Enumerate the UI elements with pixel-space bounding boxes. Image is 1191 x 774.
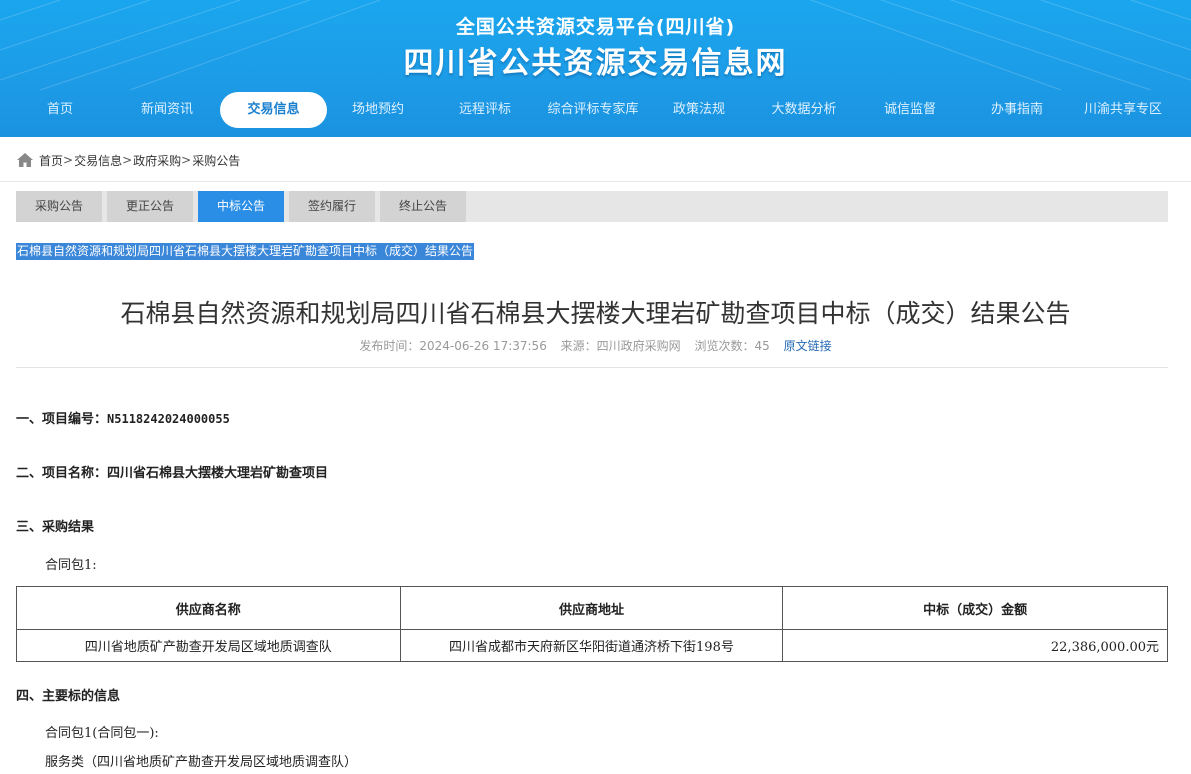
table-row: 四川省地质矿产勘查开发局区域地质调查队 四川省成都市天府新区华阳街道通济桥下街1… (16, 629, 1168, 662)
divider (0, 181, 1191, 182)
source-link[interactable]: 原文链接 (784, 339, 832, 353)
breadcrumb-separator: > (181, 153, 192, 167)
section-main-subject: 四、主要标的信息 (16, 689, 121, 704)
nav-item-policies[interactable]: 政策法规 (659, 92, 739, 128)
header-supplier-name: 供应商名称 (16, 586, 401, 630)
article-source: 来源：四川政府采购网 (560, 339, 681, 353)
nav-item-home[interactable]: 首页 (20, 92, 100, 128)
breadcrumb-government-procurement[interactable]: 政府采购 (133, 152, 181, 169)
breadcrumb-home[interactable]: 首页 (39, 152, 63, 169)
tab-award-notice[interactable]: 中标公告 (198, 191, 284, 222)
project-number-value: N5118242024000055 (107, 412, 230, 426)
breadcrumb-trading-info[interactable]: 交易信息 (74, 152, 122, 169)
section-project-name: 二、项目名称：四川省石棉县大摆楼大理岩矿勘查项目 (16, 466, 329, 481)
site-title: 四川省公共资源交易信息网 (403, 46, 788, 81)
table-header-row: 供应商名称 供应商地址 中标（成交）金额 (16, 586, 1168, 630)
breadcrumb-separator: > (122, 153, 133, 167)
supplier-address: 四川省成都市天府新区华阳街道通济桥下街198号 (399, 629, 784, 662)
nav-item-expert-database[interactable]: 综合评标专家库 (538, 92, 648, 128)
header-supplier-address: 供应商地址 (399, 586, 784, 630)
tab-contract-performance[interactable]: 签约履行 (289, 191, 375, 222)
site-header: 全国公共资源交易平台(四川省) 四川省公共资源交易信息网 首页 新闻资讯 交易信… (0, 0, 1191, 137)
nav-item-news[interactable]: 新闻资讯 (127, 92, 207, 128)
nav-item-sichuan-chongqing[interactable]: 川渝共享专区 (1075, 92, 1171, 128)
article-title: 石棉县自然资源和规划局四川省石棉县大摆楼大理岩矿勘查项目中标（成交）结果公告 (120, 299, 1071, 328)
service-type: 服务类（四川省地质矿产勘查开发局区域地质调查队） (45, 755, 358, 770)
nav-item-venue-booking[interactable]: 场地预约 (338, 92, 418, 128)
tab-procurement-notice[interactable]: 采购公告 (16, 191, 102, 222)
platform-subtitle: 全国公共资源交易平台(四川省) (455, 16, 736, 38)
article-meta: 发布时间：2024-06-26 17:37:56 来源：四川政府采购网 浏览次数… (0, 337, 1191, 354)
home-icon (17, 153, 33, 167)
project-number-label: 一、项目编号： (16, 412, 108, 427)
section-procurement-result: 三、采购结果 (16, 520, 95, 535)
tab-termination-notice[interactable]: 终止公告 (380, 191, 466, 222)
tab-correction-notice[interactable]: 更正公告 (107, 191, 193, 222)
nav-item-big-data[interactable]: 大数据分析 (760, 92, 848, 128)
supplier-name: 四川省地质矿产勘查开发局区域地质调查队 (16, 629, 401, 662)
nav-item-credit-supervision[interactable]: 诚信监督 (870, 92, 950, 128)
selected-notice-title[interactable]: 石棉县自然资源和规划局四川省石棉县大摆楼大理岩矿勘查项目中标（成交）结果公告 (16, 243, 475, 260)
breadcrumb: 首页 > 交易信息 > 政府采购 > 采购公告 (16, 150, 240, 170)
result-table: 供应商名称 供应商地址 中标（成交）金额 四川省地质矿产勘查开发局区域地质调查队… (16, 586, 1168, 662)
main-nav: 首页 新闻资讯 交易信息 场地预约 远程评标 综合评标专家库 政策法规 大数据分… (0, 92, 1191, 128)
notice-tabs: 采购公告 更正公告 中标公告 签约履行 终止公告 (16, 191, 1168, 222)
breadcrumb-separator: > (63, 153, 74, 167)
view-count: 浏览次数：45 (694, 339, 770, 353)
nav-item-trading-info[interactable]: 交易信息 (220, 92, 327, 128)
package-label: 合同包1: (45, 558, 97, 573)
header-award-amount: 中标（成交）金额 (782, 586, 1168, 630)
section-project-number: 一、项目编号：N5118242024000055 (16, 408, 230, 427)
nav-item-service-guide[interactable]: 办事指南 (977, 92, 1057, 128)
publish-time: 发布时间：2024-06-26 17:37:56 (359, 339, 547, 353)
breadcrumb-procurement-notice[interactable]: 采购公告 (192, 152, 240, 169)
divider (16, 367, 1168, 368)
nav-item-remote-evaluation[interactable]: 远程评标 (445, 92, 525, 128)
award-amount: 22,386,000.00元 (782, 629, 1168, 662)
package-name: 合同包1(合同包一): (45, 726, 159, 741)
